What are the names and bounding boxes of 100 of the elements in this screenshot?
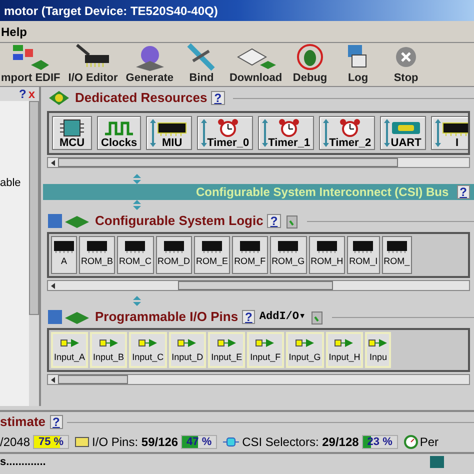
- input-pin-button[interactable]: Input_B: [90, 332, 128, 368]
- resource-button[interactable]: Timer_1: [258, 116, 314, 150]
- gauge-icon: [404, 435, 418, 449]
- resource-label: Clocks: [101, 138, 138, 148]
- pin-label: Inpu: [369, 353, 388, 362]
- vertical-arrow-icon: [133, 200, 141, 210]
- help-button[interactable]: ?: [456, 185, 470, 199]
- input-pin-icon: [216, 338, 237, 348]
- trash-icon[interactable]: [284, 213, 299, 229]
- resource-label: Timer_2: [329, 138, 372, 148]
- resource-label: UART: [390, 138, 422, 148]
- rom-button[interactable]: ROM_: [382, 236, 412, 274]
- scrollbar-thumb[interactable]: [178, 281, 333, 290]
- rom-label: ROM_E: [196, 257, 228, 266]
- toolbar-button[interactable]: Log: [337, 41, 380, 84]
- rom-button[interactable]: ROM_H: [308, 236, 346, 274]
- input-pin-button[interactable]: Input_G: [286, 332, 324, 368]
- rom-button[interactable]: ROM_C: [117, 236, 154, 274]
- help-button[interactable]: ?: [211, 91, 225, 105]
- stat-label: CSI Selectors: 29/128: [242, 434, 359, 451]
- scrollbar-thumb[interactable]: [58, 158, 398, 167]
- link-arrow-icon: [150, 119, 156, 147]
- rom-label: ROM_F: [234, 257, 266, 266]
- rom-button[interactable]: A: [51, 236, 77, 274]
- trash-icon[interactable]: [310, 309, 324, 325]
- resource-button[interactable]: MIU: [146, 116, 192, 150]
- rom-button[interactable]: ROM_G: [270, 236, 307, 274]
- scrollbar-thumb[interactable]: [58, 375, 128, 384]
- stat-label: I/O Pins: 59/126: [92, 434, 178, 451]
- help-button[interactable]: ?: [50, 415, 63, 429]
- resource-button[interactable]: Timer_0: [197, 116, 254, 150]
- rom-chip-icon: [386, 239, 408, 253]
- rom-chip-icon: [316, 239, 338, 253]
- input-pin-icon: [138, 338, 158, 348]
- rom-label: A: [60, 257, 67, 266]
- chip-group-icon: [47, 308, 91, 326]
- rom-chip-icon: [124, 239, 146, 253]
- resource-button[interactable]: MCU: [52, 116, 92, 150]
- selector-icon: [223, 437, 240, 447]
- toolbar-button[interactable]: Debug: [289, 41, 332, 84]
- rom-button[interactable]: ROM_I: [347, 236, 380, 274]
- chip-group-icon: [47, 212, 91, 230]
- toolbar-button[interactable]: Generate: [124, 41, 174, 84]
- rom-button[interactable]: ROM_B: [79, 236, 116, 274]
- input-pin-button[interactable]: Input_E: [208, 332, 246, 368]
- input-pin-button[interactable]: Inpu: [365, 332, 392, 368]
- rom-button[interactable]: ROM_F: [232, 236, 268, 274]
- toolbar-button[interactable]: I/O Editor: [67, 41, 119, 84]
- input-pin-button[interactable]: Input_H: [326, 332, 364, 368]
- resource-button[interactable]: UART: [380, 116, 426, 150]
- section-title: stimate: [0, 413, 46, 432]
- resource-button[interactable]: I: [431, 116, 468, 150]
- vertical-scrollbar[interactable]: [29, 101, 39, 315]
- pin-label: Input_C: [132, 353, 164, 362]
- pin-label: Input_E: [211, 353, 242, 362]
- help-button[interactable]: ?: [267, 214, 281, 228]
- input-pin-button[interactable]: Input_C: [129, 332, 167, 368]
- chip-group-icon: [47, 89, 71, 107]
- toolbar-button[interactable]: Stop: [385, 41, 428, 84]
- help-button[interactable]: ?: [242, 310, 256, 324]
- add-io-menu[interactable]: AddI/O▾: [259, 308, 306, 326]
- input-pin-icon: [60, 338, 80, 348]
- resource-button[interactable]: Clocks: [97, 116, 142, 150]
- toolbar-button[interactable]: Download: [228, 41, 284, 84]
- bus-title: Configurable System Interconnect (CSI) Bus: [196, 184, 449, 201]
- input-pin-icon: [177, 338, 198, 348]
- resource-label: Timer_1: [268, 138, 310, 148]
- input-pin-icon: [255, 338, 276, 348]
- pin-label: Input_H: [328, 353, 360, 362]
- panel-text: able: [0, 176, 22, 192]
- section-title: Programmable I/O Pins: [95, 308, 238, 326]
- rom-chip-icon: [238, 239, 261, 253]
- toolbar-button[interactable]: Bind: [180, 41, 222, 84]
- close-button[interactable]: x: [28, 85, 35, 103]
- input-pin-button[interactable]: Input_F: [247, 332, 284, 368]
- section-title: Dedicated Resources: [75, 89, 208, 108]
- section-title: Configurable System Logic: [95, 212, 264, 230]
- rom-button[interactable]: ROM_D: [156, 236, 192, 274]
- pin-chip-icon: [75, 437, 90, 447]
- rom-label: ROM_H: [310, 257, 344, 266]
- vertical-arrow-icon: [133, 296, 141, 306]
- link-arrow-icon: [262, 119, 268, 147]
- rom-button[interactable]: ROM_E: [194, 236, 230, 274]
- help-button[interactable]: ?: [18, 85, 26, 103]
- menu-item[interactable]: Help: [0, 22, 28, 40]
- link-arrow-icon: [384, 119, 390, 147]
- rom-chip-icon: [86, 239, 108, 253]
- vertical-arrow-icon: [133, 174, 141, 184]
- status-indicator: [430, 456, 444, 468]
- pin-label: Input_B: [93, 353, 124, 362]
- resource-label: I: [456, 138, 459, 148]
- resource-button[interactable]: Timer_2: [319, 116, 376, 150]
- link-arrow-icon: [435, 119, 442, 147]
- link-arrow-icon: [323, 119, 330, 147]
- rom-chip-icon: [277, 239, 300, 253]
- input-pin-icon: [368, 338, 388, 348]
- input-pin-button[interactable]: Input_D: [168, 332, 206, 368]
- rom-label: ROM_G: [272, 257, 305, 266]
- toolbar-button[interactable]: mport EDIF: [0, 41, 62, 84]
- input-pin-button[interactable]: Input_A: [51, 332, 88, 368]
